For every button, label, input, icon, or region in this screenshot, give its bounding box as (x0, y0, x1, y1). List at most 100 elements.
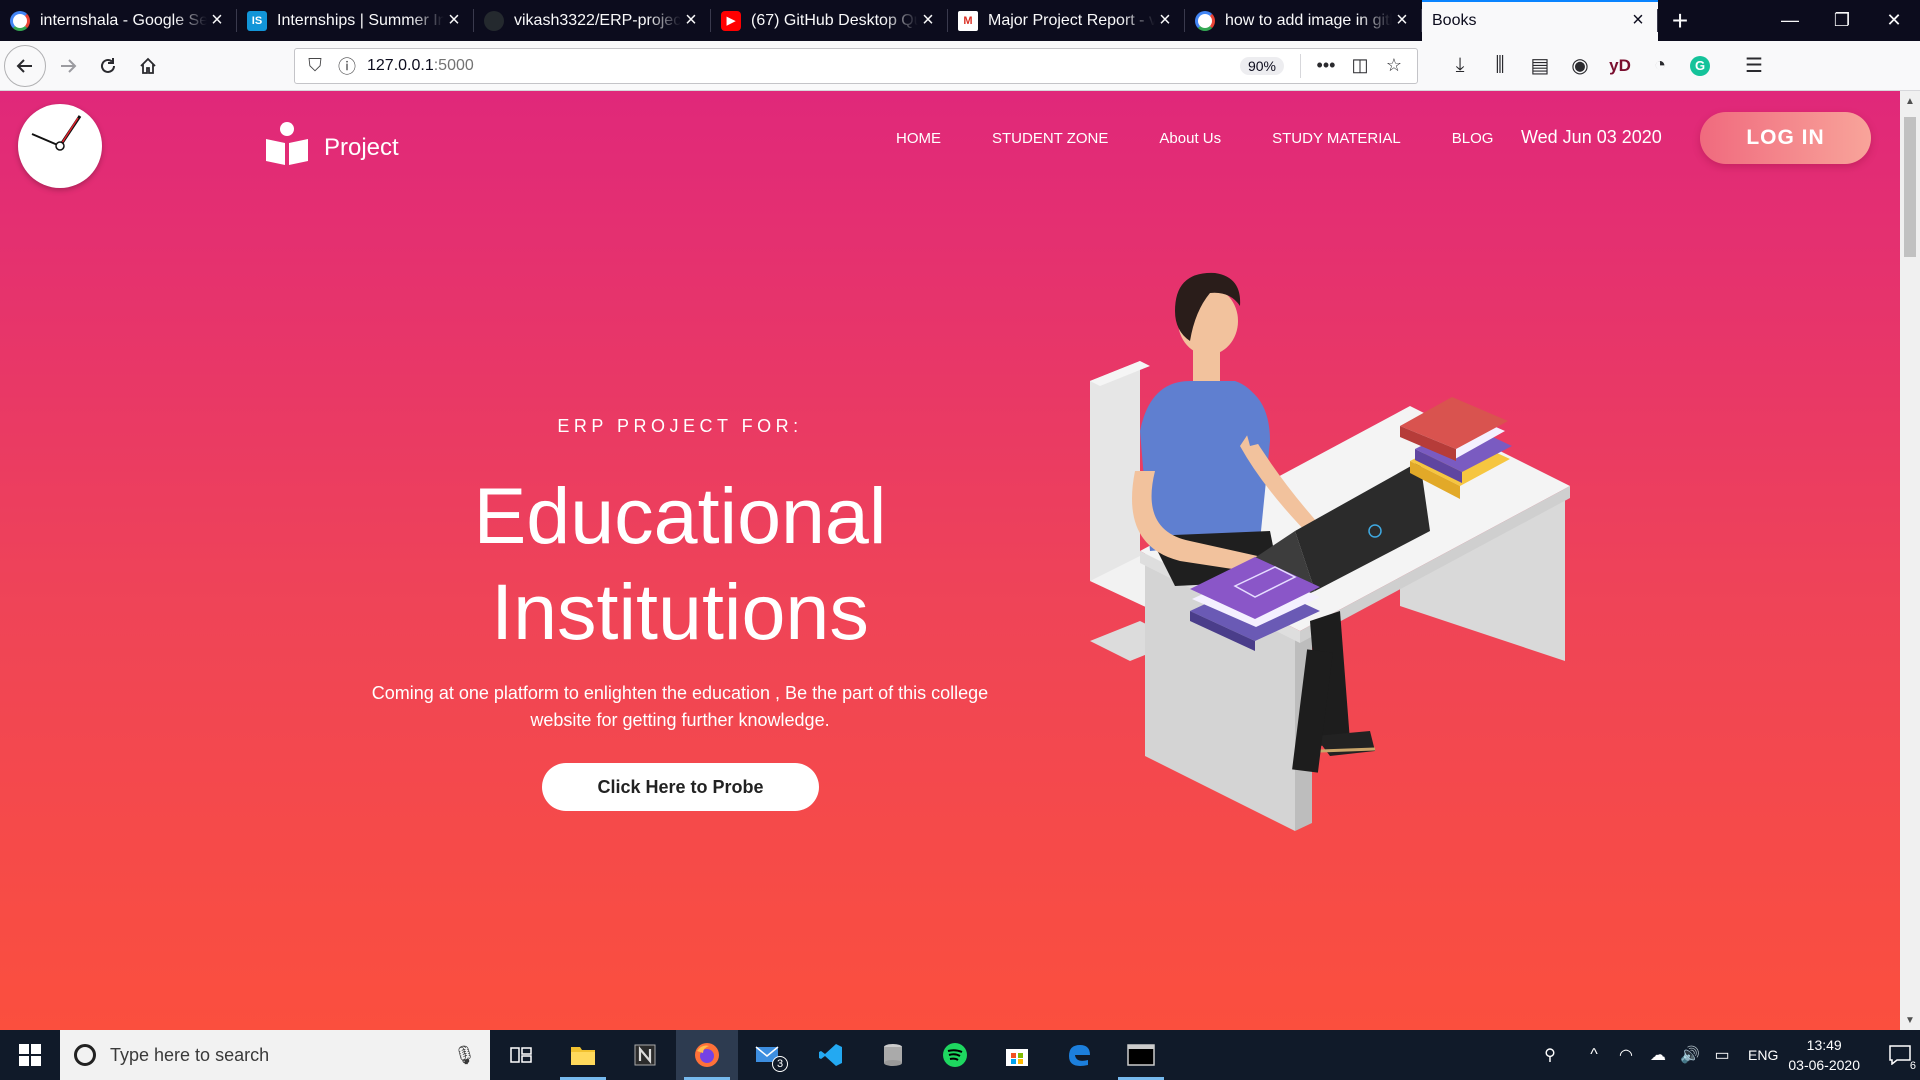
battery-icon[interactable]: ▭ (1706, 1045, 1738, 1065)
close-tab-icon[interactable]: × (444, 9, 464, 31)
tab-title: Books (1432, 11, 1477, 29)
volume-icon[interactable]: 🔊 (1674, 1045, 1706, 1065)
new-tab-button[interactable]: + (1658, 0, 1702, 41)
store-icon[interactable] (986, 1030, 1048, 1080)
extension-icon[interactable]: ◔ (1640, 46, 1680, 86)
main-menu: HOME STUDENT ZONE About Us STUDY MATERIA… (896, 130, 1544, 147)
url-text[interactable]: 127.0.0.1:5000 (367, 57, 1240, 75)
menu-blog[interactable]: BLOG (1452, 130, 1494, 147)
hero-description: Coming at one platform to enlighten the … (371, 683, 989, 730)
page-scrollbar[interactable]: ▲ ▼ (1900, 91, 1920, 1030)
tab-books[interactable]: Books × (1422, 0, 1658, 41)
brand-logo[interactable]: Project (264, 121, 399, 167)
scroll-down-icon[interactable]: ▼ (1900, 1010, 1920, 1030)
library-icon[interactable]: ⫼ (1480, 46, 1520, 86)
login-button[interactable]: LOG IN (1700, 112, 1871, 164)
book-reader-icon (266, 122, 308, 165)
tab-youtube[interactable]: ▶ (67) GitHub Desktop Quick Start × (711, 0, 948, 41)
wifi-icon[interactable]: ◠ (1610, 1045, 1642, 1065)
minimize-button[interactable]: — (1764, 0, 1816, 41)
account-icon[interactable]: ◉ (1560, 46, 1600, 86)
mail-badge: 3 (772, 1056, 788, 1072)
pocket-icon[interactable]: ◫ (1343, 55, 1377, 76)
menu-study-material[interactable]: STUDY MATERIAL (1272, 130, 1401, 147)
internshala-icon: IS (247, 10, 267, 31)
chevron-up-icon[interactable]: ^ (1578, 1046, 1610, 1064)
yd-extension-icon[interactable]: yD (1600, 46, 1640, 86)
restore-button[interactable]: ❐ (1816, 0, 1868, 41)
bookmark-star-icon[interactable]: ☆ (1377, 55, 1411, 76)
tab-gmail[interactable]: M Major Project Report - vikash × (948, 0, 1185, 41)
notification-center-icon[interactable]: 6 (1880, 1030, 1920, 1080)
menu-about-us[interactable]: About Us (1159, 130, 1221, 147)
people-icon[interactable]: ⚲ (1534, 1045, 1566, 1065)
tab-strip: internshala - Google Search × IS Interns… (0, 0, 1920, 41)
tab-internshala-search[interactable]: internshala - Google Search × (0, 0, 237, 41)
arrow-left-icon (16, 58, 32, 73)
home-button[interactable] (128, 46, 168, 86)
address-bar[interactable]: ⛉ ⓘ 127.0.0.1:5000 90% ••• ◫ ☆ (294, 47, 1418, 84)
more-actions-icon[interactable]: ••• (1309, 55, 1343, 76)
downloads-icon[interactable]: ⤓ (1440, 46, 1480, 86)
scroll-up-icon[interactable]: ▲ (1900, 91, 1920, 111)
tab-internships[interactable]: IS Internships | Summer Internships × (237, 0, 474, 41)
tab-google-github-image[interactable]: how to add image in github × (1185, 0, 1422, 41)
divider (1300, 53, 1301, 78)
close-tab-icon[interactable]: × (681, 9, 701, 31)
shield-icon[interactable]: ⛉ (299, 55, 331, 76)
grammarly-icon[interactable]: G (1680, 46, 1720, 86)
tab-github-erp[interactable]: vikash3322/ERP-project × (474, 0, 711, 41)
taskbar-search[interactable]: Type here to search 🎙 (60, 1030, 490, 1080)
probe-button[interactable]: Click Here to Probe (542, 763, 819, 811)
tab-title: (67) GitHub Desktop Quick Start (751, 11, 918, 29)
onedrive-icon[interactable]: ☁ (1642, 1045, 1674, 1065)
tab-title: vikash3322/ERP-project (514, 11, 681, 29)
firefox-icon[interactable] (676, 1030, 738, 1080)
language-indicator[interactable]: ENG (1748, 1047, 1778, 1063)
microphone-icon[interactable]: 🎙 (453, 1045, 476, 1066)
windows-taskbar: Type here to search 🎙 3 ⚲ ^ ◠ ☁ 🔊 ▭ ENG … (0, 1030, 1920, 1080)
current-date: Wed Jun 03 2020 (1521, 127, 1662, 147)
student-at-desk-illustration (1090, 272, 1570, 831)
file-explorer-icon[interactable] (552, 1030, 614, 1080)
scrollbar-thumb[interactable] (1904, 117, 1916, 257)
system-tray: ⚲ ^ ◠ ☁ 🔊 ▭ ENG 13:49 03-06-2020 6 (1534, 1030, 1920, 1080)
mail-icon[interactable]: 3 (738, 1030, 800, 1080)
windows-logo-icon (19, 1044, 41, 1066)
close-tab-icon[interactable]: × (1392, 9, 1412, 31)
forward-button[interactable] (48, 46, 88, 86)
close-window-button[interactable]: ✕ (1868, 0, 1920, 41)
menu-home[interactable]: HOME (896, 130, 941, 147)
info-icon[interactable]: ⓘ (331, 53, 363, 79)
close-tab-icon[interactable]: × (918, 9, 938, 31)
sidebar-icon[interactable]: ▤ (1520, 46, 1560, 86)
url-host: 127.0.0.1 (367, 56, 434, 74)
zoom-indicator[interactable]: 90% (1239, 56, 1284, 75)
taskbar-clock[interactable]: 13:49 03-06-2020 (1788, 1035, 1860, 1075)
terminal-icon[interactable] (1110, 1030, 1172, 1080)
spotify-icon[interactable] (924, 1030, 986, 1080)
menu-icon[interactable]: ☰ (1734, 46, 1774, 86)
hero-subheading: ERP PROJECT FOR: (557, 416, 803, 436)
tab-title: Major Project Report - vikash (988, 11, 1155, 29)
youtube-icon: ▶ (721, 10, 741, 31)
menu-student-zone[interactable]: STUDENT ZONE (992, 130, 1108, 147)
close-tab-icon[interactable]: × (1155, 9, 1175, 31)
navigation-toolbar: ⛉ ⓘ 127.0.0.1:5000 90% ••• ◫ ☆ ⤓ ⫼ ▤ ◉ y… (0, 41, 1920, 91)
vscode-icon[interactable] (800, 1030, 862, 1080)
clock-icon (18, 104, 102, 188)
google-icon (1195, 10, 1215, 31)
start-button[interactable] (0, 1030, 60, 1080)
github-icon (484, 10, 504, 31)
close-tab-icon[interactable]: × (1628, 9, 1648, 31)
clock-date: 03-06-2020 (1788, 1057, 1860, 1073)
hero-title-line-1: Educational (473, 471, 887, 560)
back-button[interactable] (4, 44, 46, 87)
tab-title: Internships | Summer Internships (277, 11, 444, 29)
reload-button[interactable] (88, 46, 128, 86)
database-icon[interactable] (862, 1030, 924, 1080)
close-tab-icon[interactable]: × (207, 9, 227, 31)
task-view-icon[interactable] (490, 1030, 552, 1080)
edge-icon[interactable] (1048, 1030, 1110, 1080)
notion-icon[interactable] (614, 1030, 676, 1080)
